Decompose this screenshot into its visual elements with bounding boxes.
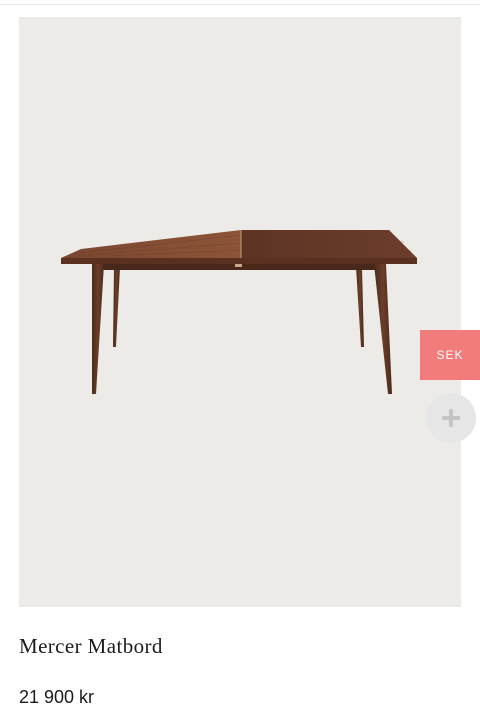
top-divider bbox=[0, 4, 480, 5]
plus-icon bbox=[441, 408, 461, 428]
product-image[interactable] bbox=[19, 17, 461, 607]
product-price: 21 900 kr bbox=[19, 687, 95, 707]
product-page: SEK Mercer Matbord 21 900 kr bbox=[0, 0, 480, 727]
dining-table-illustration bbox=[61, 230, 417, 394]
product-title[interactable]: Mercer Matbord bbox=[19, 634, 163, 659]
add-button[interactable] bbox=[426, 393, 476, 443]
currency-label: SEK bbox=[436, 348, 464, 362]
currency-selector-tab[interactable]: SEK bbox=[420, 330, 480, 380]
